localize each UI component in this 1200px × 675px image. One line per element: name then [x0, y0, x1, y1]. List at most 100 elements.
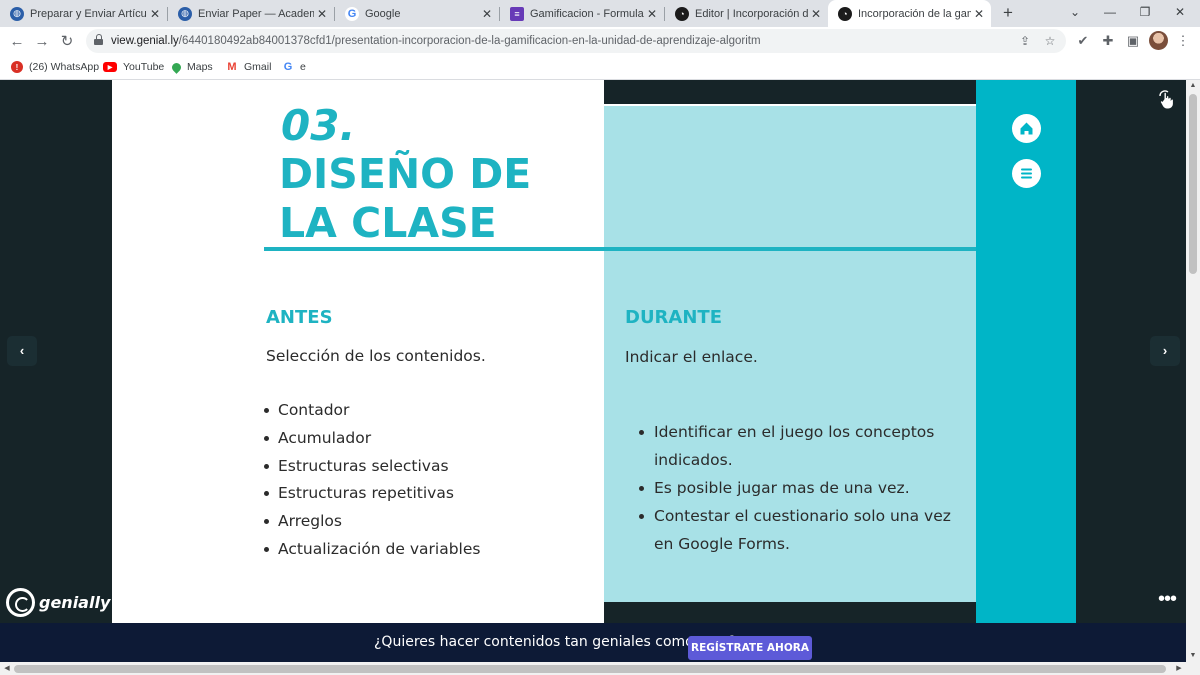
tab-title: Preparar y Enviar Artículo y	[30, 7, 147, 20]
register-button[interactable]: REGÍSTRATE AHORA	[688, 636, 812, 660]
vertical-scrollbar[interactable]: ▲ ▼	[1186, 80, 1200, 662]
section-title: DISEÑO DE LA CLASE	[279, 150, 532, 247]
close-tab-icon[interactable]: ✕	[644, 7, 660, 21]
tab-gamificacion-formularios[interactable]: ≡ Gamificacion - Formularios ✕	[500, 0, 664, 27]
extension-check-icon[interactable]: ✔	[1073, 31, 1093, 51]
lock-icon[interactable]	[94, 34, 103, 45]
maps-icon	[170, 60, 183, 74]
restore-button[interactable]: ❐	[1128, 0, 1162, 27]
side-panel-icon[interactable]: ▣	[1123, 31, 1143, 51]
next-slide-button[interactable]: ›	[1150, 336, 1180, 366]
close-tab-icon[interactable]: ✕	[808, 7, 824, 21]
tab-editor-genially[interactable]: ◔ Editor | Incorporación de la ✕	[665, 0, 828, 27]
browser-toolbar: ← → ↻ view.genial.ly/6440180492ab8400137…	[0, 27, 1200, 56]
more-options-icon[interactable]: •••	[1156, 589, 1178, 611]
antes-list: Contador Acumulador Estructuras selectiv…	[264, 400, 480, 567]
back-button[interactable]: ←	[6, 31, 28, 53]
globe-icon: ◍	[178, 6, 192, 21]
tab-title: Incorporación de la gamific	[858, 7, 971, 20]
menu-kebab-icon[interactable]: ⋮	[1173, 31, 1193, 51]
durante-heading: DURANTE	[625, 307, 722, 328]
antes-intro: Selección de los contenidos.	[266, 347, 486, 365]
scroll-up-arrow-icon[interactable]: ▲	[1186, 80, 1200, 92]
touch-hand-icon[interactable]	[1157, 90, 1177, 110]
scroll-down-arrow-icon[interactable]: ▼	[1186, 650, 1200, 662]
durante-intro: Indicar el enlace.	[625, 348, 758, 366]
url-host: view.genial.ly	[111, 35, 179, 47]
tab-google[interactable]: G Google ✕	[335, 0, 499, 27]
tab-search-icon[interactable]: ⌄	[1058, 0, 1092, 27]
profile-avatar[interactable]	[1149, 31, 1168, 50]
home-button[interactable]	[1012, 114, 1041, 143]
reload-button[interactable]: ↻	[56, 31, 78, 53]
horizontal-scrollbar[interactable]: ◀ ▶	[0, 662, 1200, 675]
genially-icon: ◔	[838, 6, 852, 21]
bookmark-star-icon[interactable]: ☆	[1041, 32, 1059, 50]
minimize-button[interactable]: —	[1093, 0, 1127, 27]
close-tab-icon[interactable]: ✕	[314, 7, 330, 21]
forward-button[interactable]: →	[31, 31, 53, 53]
list-item: Identificar en el juego los conceptos in…	[639, 418, 959, 474]
durante-list: Identificar en el juego los conceptos in…	[639, 418, 959, 558]
tab-title: Editor | Incorporación de la	[695, 7, 808, 20]
list-item: Contestar el cuestionario solo una vez e…	[639, 502, 959, 558]
genially-brand[interactable]: genially	[6, 587, 110, 617]
url-text: view.genial.ly/6440180492ab84001378cfd1/…	[111, 29, 761, 53]
title-divider	[264, 247, 976, 251]
scroll-left-arrow-icon[interactable]: ◀	[0, 662, 14, 675]
bookmark-maps[interactable]: Maps	[170, 56, 213, 78]
bookmark-gmail[interactable]: M Gmail	[226, 56, 271, 78]
tab-strip: ◍ Preparar y Enviar Artículo y ✕ ◍ Envia…	[0, 0, 1200, 27]
signup-banner: ¿Quieres hacer contenidos tan geniales c…	[0, 623, 1186, 662]
close-tab-icon[interactable]: ✕	[147, 7, 163, 21]
bookmark-label: Gmail	[244, 61, 272, 73]
tab-enviar-paper[interactable]: ◍ Enviar Paper — Academia ✕	[168, 0, 334, 27]
bookmark-label: (26) WhatsApp	[29, 61, 100, 73]
genially-logo-icon	[6, 587, 35, 617]
tab-title: Enviar Paper — Academia	[198, 7, 314, 20]
url-path: /6440180492ab84001378cfd1/presentation-i…	[178, 35, 761, 47]
google-icon: G	[282, 61, 294, 73]
scroll-right-arrow-icon[interactable]: ▶	[1172, 662, 1186, 675]
bookmarks-bar: ! (26) WhatsApp ▶ YouTube Maps M Gmail G…	[0, 56, 1200, 80]
brand-name: genially	[39, 592, 111, 612]
menu-button[interactable]	[1012, 159, 1041, 188]
banner-text: ¿Quieres hacer contenidos tan geniales c…	[374, 634, 736, 650]
youtube-icon: ▶	[103, 62, 117, 72]
forms-icon: ≡	[510, 6, 524, 21]
close-tab-icon[interactable]: ✕	[479, 7, 495, 21]
list-item: Estructuras selectivas	[264, 456, 480, 484]
list-item: Contador	[264, 400, 480, 428]
address-bar[interactable]: view.genial.ly/6440180492ab84001378cfd1/…	[86, 29, 1066, 53]
tab-preparar-articulo[interactable]: ◍ Preparar y Enviar Artículo y ✕	[0, 0, 167, 27]
tab-title: Google	[365, 7, 401, 20]
close-tab-icon[interactable]: ✕	[971, 7, 987, 21]
list-item: Acumulador	[264, 428, 480, 456]
bookmark-youtube[interactable]: ▶ YouTube	[103, 56, 164, 78]
slide-top-strip	[604, 80, 976, 104]
list-item: Es posible jugar mas de una vez.	[639, 474, 959, 502]
home-icon	[1020, 122, 1033, 135]
whatsapp-icon: !	[11, 61, 23, 73]
bookmark-label: Maps	[187, 61, 213, 73]
tab-title: Gamificacion - Formularios	[530, 7, 644, 20]
bookmark-label: e	[300, 61, 306, 73]
globe-icon: ◍	[10, 6, 24, 21]
scrollbar-thumb[interactable]	[14, 665, 1166, 673]
list-item: Arreglos	[264, 511, 480, 539]
bookmark-google-e[interactable]: G e	[282, 56, 306, 78]
list-item: Actualización de variables	[264, 539, 480, 567]
hamburger-menu-icon	[1021, 168, 1032, 179]
new-tab-button[interactable]: +	[998, 3, 1018, 23]
gmail-icon: M	[226, 61, 238, 73]
section-number: 03.	[281, 101, 356, 150]
bookmark-whatsapp[interactable]: ! (26) WhatsApp	[11, 56, 99, 78]
google-icon: G	[345, 6, 359, 21]
tab-incorporacion-active[interactable]: ◔ Incorporación de la gamific ✕	[828, 0, 991, 27]
antes-heading: ANTES	[266, 307, 333, 328]
extensions-puzzle-icon[interactable]: ✚	[1098, 31, 1118, 51]
close-window-button[interactable]: ✕	[1163, 0, 1197, 27]
share-icon[interactable]: ⇪	[1016, 32, 1034, 50]
previous-slide-button[interactable]: ‹	[7, 336, 37, 366]
scrollbar-thumb[interactable]	[1189, 94, 1197, 274]
